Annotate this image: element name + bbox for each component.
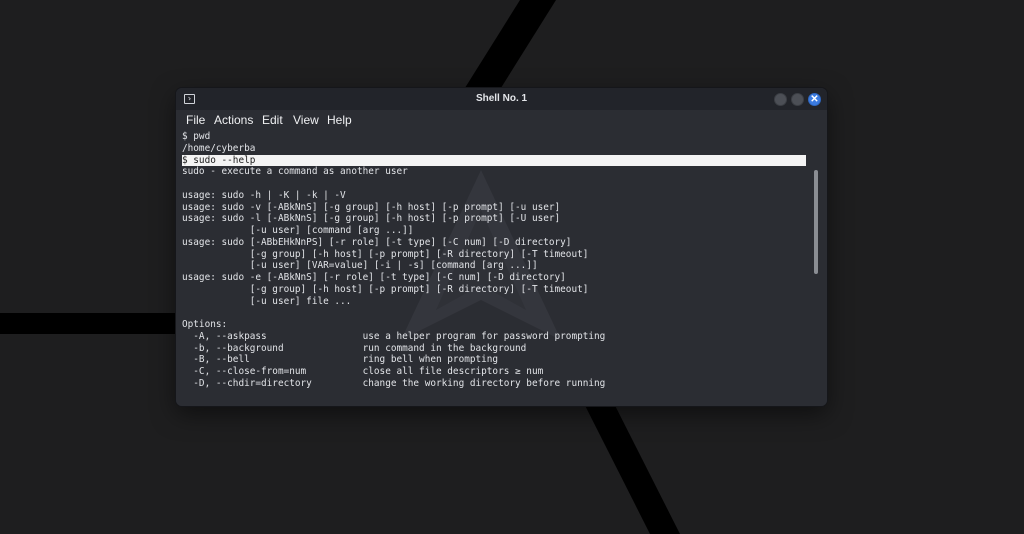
terminal-line: $ pwd	[182, 131, 211, 142]
terminal-line: -b, --background run command in the back…	[182, 342, 527, 354]
terminal-line: usage: sudo [-ABbEHkNnPS] [-r role] [-t …	[182, 236, 572, 248]
menu-edit[interactable]: Edit	[262, 113, 283, 127]
terminal-line: [-u user] file ...	[182, 295, 352, 307]
terminal-line: -B, --bell ring bell when prompting	[182, 354, 499, 366]
terminal-window: Shell No. 1 ✕ File Actions Edit View Hel…	[176, 88, 827, 406]
terminal-line: usage: sudo -e [-ABkNnS] [-r role] [-t t…	[182, 272, 566, 283]
terminal-line: usage: sudo -h | -K | -k | -V	[182, 189, 346, 201]
terminal-line: [-u user] [VAR=value] [-i | -s] [command…	[182, 260, 538, 272]
close-icon: ✕	[810, 94, 819, 105]
menu-actions[interactable]: Actions	[214, 113, 253, 127]
vertical-scrollbar[interactable]	[814, 170, 818, 274]
close-button[interactable]: ✕	[808, 93, 821, 106]
window-title: Shell No. 1	[475, 93, 528, 104]
maximize-button[interactable]	[791, 93, 804, 106]
terminal-line: [-g group] [-h host] [-p prompt] [-R dir…	[182, 248, 589, 260]
terminal-line: [-g group] [-h host] [-p prompt] [-R dir…	[182, 283, 589, 295]
menu-view[interactable]: View	[293, 113, 319, 127]
terminal-output[interactable]: $ pwd /home/cyberba $ sudo --help sudo -…	[176, 130, 827, 406]
menu-file[interactable]: File	[186, 113, 205, 127]
terminal-line-selected: $ sudo --help	[182, 154, 806, 167]
terminal-line: /home/cyberba	[182, 142, 256, 154]
terminal-line: -C, --close-from=num close all file desc…	[182, 366, 544, 377]
terminal-line: sudo - execute a command as another user	[182, 166, 408, 178]
title-bar[interactable]: Shell No. 1 ✕	[176, 88, 827, 110]
menu-bar: File Actions Edit View Help	[176, 110, 827, 130]
terminal-line: usage: sudo -l [-ABkNnS] [-g group] [-h …	[182, 213, 561, 225]
terminal-line: [-u user] [command [arg ...]]	[182, 225, 414, 236]
terminal-line: usage: sudo -v [-ABkNnS] [-g group] [-h …	[182, 201, 561, 213]
minimize-button[interactable]	[774, 93, 787, 106]
terminal-line: -A, --askpass use a helper program for p…	[182, 330, 606, 342]
terminal-line: -D, --chdir=directory change the working…	[182, 377, 606, 389]
menu-help[interactable]: Help	[327, 113, 352, 127]
terminal-line: Options:	[182, 319, 228, 330]
terminal-text: $ pwd /home/cyberba $ sudo --help sudo -…	[182, 131, 806, 390]
